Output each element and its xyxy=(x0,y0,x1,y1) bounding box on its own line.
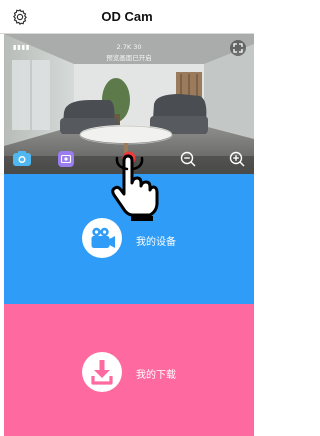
my-downloads-label: 我的下载 xyxy=(136,370,176,381)
zoom-in-icon[interactable] xyxy=(229,151,245,167)
fullscreen-icon[interactable] xyxy=(230,40,246,56)
preview-status: 预览画面已开启 xyxy=(106,54,152,62)
camera-switch-icon[interactable] xyxy=(13,151,31,167)
shutter-button[interactable] xyxy=(122,151,136,165)
top-bar: OD Cam xyxy=(0,0,254,34)
resolution-label: 2.7K 30 xyxy=(116,43,142,51)
my-devices-label: 我的设备 xyxy=(136,237,176,248)
preview-info: 2.7K 30 预览画面已开启 xyxy=(4,42,254,64)
camera-preview[interactable]: ▮▮▮▮ 2.7K 30 预览画面已开启 xyxy=(4,34,254,174)
video-camera-icon xyxy=(82,218,122,258)
app-title: OD Cam xyxy=(101,9,153,24)
app-screen: OD Cam ▮▮▮▮ 2.7K 30 预览画面已开启 我的设备 我的下载 xyxy=(0,0,254,436)
my-downloads-button[interactable]: 我的下载 xyxy=(4,304,254,436)
download-icon xyxy=(82,352,122,392)
my-devices-button[interactable]: 我的设备 xyxy=(4,174,254,304)
zoom-out-icon[interactable] xyxy=(180,151,196,167)
gear-icon[interactable] xyxy=(11,8,29,26)
record-mode-icon[interactable] xyxy=(58,151,74,167)
